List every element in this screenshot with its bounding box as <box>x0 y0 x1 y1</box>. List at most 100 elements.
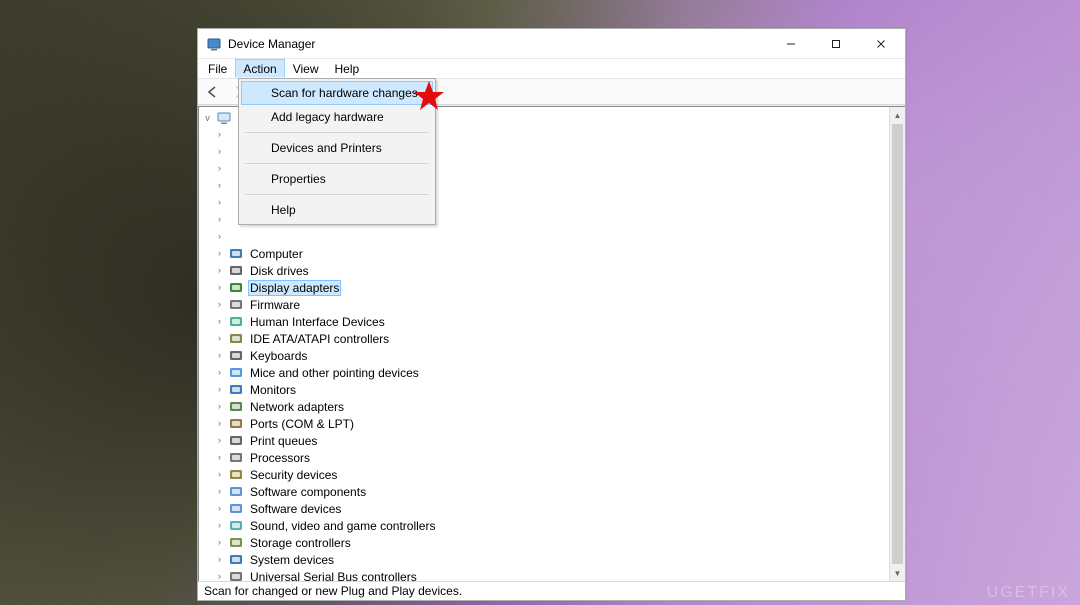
tree-item-label: System devices <box>248 553 336 567</box>
tree-item-label: Mice and other pointing devices <box>248 366 421 380</box>
expand-icon[interactable]: › <box>215 470 224 479</box>
app-icon <box>206 36 222 52</box>
device-category-icon <box>228 399 244 415</box>
scroll-thumb[interactable] <box>892 124 903 564</box>
tree-item-label: Sound, video and game controllers <box>248 519 437 533</box>
tree-item[interactable]: › Firmware <box>199 296 889 313</box>
menu-scan-hardware-changes[interactable]: Scan for hardware changes <box>241 81 433 105</box>
expand-icon[interactable]: › <box>215 538 224 547</box>
device-category-icon <box>228 416 244 432</box>
tree-item[interactable]: › Processors <box>199 449 889 466</box>
tree-row-hidden[interactable]: › <box>199 228 889 245</box>
tree-item-label: Ports (COM & LPT) <box>248 417 356 431</box>
menu-devices-and-printers[interactable]: Devices and Printers <box>241 136 433 160</box>
tree-item[interactable]: › Monitors <box>199 381 889 398</box>
tree-item-label: Universal Serial Bus controllers <box>248 570 419 582</box>
expand-icon[interactable]: › <box>215 317 224 326</box>
statusbar-text: Scan for changed or new Plug and Play de… <box>204 584 462 598</box>
tree-item[interactable]: › Ports (COM & LPT) <box>199 415 889 432</box>
tree-item[interactable]: › Disk drives <box>199 262 889 279</box>
annotation-star-icon <box>413 80 445 112</box>
expand-icon[interactable]: › <box>215 351 224 360</box>
vertical-scrollbar[interactable]: ▲ ▼ <box>889 107 905 581</box>
device-category-icon <box>228 365 244 381</box>
expand-icon[interactable]: › <box>215 385 224 394</box>
device-category-icon <box>228 331 244 347</box>
expand-icon[interactable]: › <box>215 436 224 445</box>
device-category-icon <box>228 501 244 517</box>
device-category-icon <box>228 297 244 313</box>
expand-icon[interactable]: › <box>215 487 224 496</box>
device-category-icon <box>228 535 244 551</box>
expand-icon[interactable]: › <box>215 504 224 513</box>
tree-item-label: Monitors <box>248 383 298 397</box>
tree-item-label: Storage controllers <box>248 536 353 550</box>
tree-item[interactable]: ›Human Interface Devices <box>199 313 889 330</box>
expand-icon[interactable]: › <box>215 555 224 564</box>
tree-item[interactable]: ›Display adapters <box>199 279 889 296</box>
expand-icon[interactable]: › <box>215 419 224 428</box>
close-button[interactable] <box>858 29 903 58</box>
tree-item-label: Processors <box>248 451 312 465</box>
menu-add-legacy-hardware[interactable]: Add legacy hardware <box>241 105 433 129</box>
menu-file[interactable]: File <box>200 59 235 78</box>
device-category-icon <box>228 484 244 500</box>
expand-icon[interactable]: › <box>215 402 224 411</box>
tree-item-label: Keyboards <box>248 349 309 363</box>
tree-item[interactable]: › Universal Serial Bus controllers <box>199 568 889 581</box>
expand-icon[interactable]: › <box>215 453 224 462</box>
tree-item[interactable]: › Software components <box>199 483 889 500</box>
device-category-icon <box>228 518 244 534</box>
menu-separator <box>245 163 429 164</box>
device-category-icon <box>228 552 244 568</box>
tree-item[interactable]: › IDE ATA/ATAPI controllers <box>199 330 889 347</box>
expand-icon[interactable]: › <box>215 521 224 530</box>
expand-icon[interactable]: › <box>215 266 224 275</box>
action-menu-dropdown: Scan for hardware changes Add legacy har… <box>238 78 436 225</box>
device-category-icon <box>228 467 244 483</box>
collapse-icon[interactable]: v <box>203 113 212 123</box>
tree-item[interactable]: ›Print queues <box>199 432 889 449</box>
minimize-button[interactable] <box>768 29 813 58</box>
tree-item-label: Software components <box>248 485 368 499</box>
tree-item-label: Software devices <box>248 502 343 516</box>
statusbar: Scan for changed or new Plug and Play de… <box>198 581 905 600</box>
menu-view[interactable]: View <box>285 59 327 78</box>
tree-item[interactable]: › Sound, video and game controllers <box>199 517 889 534</box>
menu-help[interactable]: Help <box>327 59 368 78</box>
tree-item[interactable]: › System devices <box>199 551 889 568</box>
expand-icon[interactable]: › <box>215 334 224 343</box>
maximize-button[interactable] <box>813 29 858 58</box>
device-category-icon <box>228 569 244 582</box>
device-category-icon <box>228 382 244 398</box>
window-title: Device Manager <box>228 37 315 51</box>
menu-properties[interactable]: Properties <box>241 167 433 191</box>
scroll-up-icon[interactable]: ▲ <box>890 107 905 123</box>
menu-action[interactable]: Action <box>235 59 284 78</box>
tree-item[interactable]: › Mice and other pointing devices <box>199 364 889 381</box>
expand-icon[interactable]: › <box>215 572 224 581</box>
device-category-icon <box>228 433 244 449</box>
device-category-icon <box>228 263 244 279</box>
expand-icon[interactable]: › <box>215 300 224 309</box>
expand-icon[interactable]: › <box>215 283 224 292</box>
tree-item[interactable]: › Software devices <box>199 500 889 517</box>
tree-item[interactable]: › Storage controllers <box>199 534 889 551</box>
tree-item[interactable]: › Keyboards <box>199 347 889 364</box>
watermark: UGETFIX <box>987 584 1070 602</box>
tree-item[interactable]: › Computer <box>199 245 889 262</box>
tree-item-label: Computer <box>248 247 305 261</box>
menubar: File Action View Help <box>198 59 905 79</box>
tree-item-label: Disk drives <box>248 264 311 278</box>
back-button[interactable] <box>202 81 224 103</box>
device-category-icon <box>228 246 244 262</box>
expand-icon[interactable]: › <box>215 368 224 377</box>
tree-item-label: Firmware <box>248 298 302 312</box>
tree-item[interactable]: ›Network adapters <box>199 398 889 415</box>
scroll-down-icon[interactable]: ▼ <box>890 565 905 581</box>
expand-icon[interactable]: › <box>215 249 224 258</box>
menu-help[interactable]: Help <box>241 198 433 222</box>
tree-item-label: IDE ATA/ATAPI controllers <box>248 332 391 346</box>
tree-item[interactable]: ›Security devices <box>199 466 889 483</box>
titlebar[interactable]: Device Manager <box>198 29 905 59</box>
